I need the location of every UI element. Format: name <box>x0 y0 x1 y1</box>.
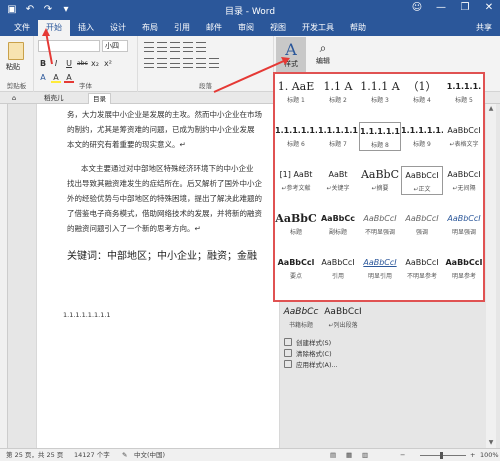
style-cell[interactable]: AaBbCcl 要点 <box>275 254 317 283</box>
zoom-slider-thumb[interactable] <box>439 452 443 459</box>
style-name: 明显引用 <box>367 273 392 280</box>
style-preview: 1.1.1 A <box>360 80 400 93</box>
style-name: 标题 1 <box>287 97 305 104</box>
style-name: ↵正文 <box>413 186 431 193</box>
zoom-out-icon[interactable]: − <box>400 449 405 461</box>
style-name: ↵参考文献 <box>281 185 311 192</box>
style-cell[interactable]: 1.1.1 A 标题 3 <box>359 78 401 107</box>
style-preview: AaBbC <box>275 212 317 225</box>
style-cell[interactable]: AaBt ↵关键字 <box>317 166 359 195</box>
style-cell[interactable]: AaBbCcI ↵正文 <box>401 166 443 195</box>
status-bar: 第 25 页，共 25 页 14127 个字 ✎ 中文(中国) ▤ ▦ ▥ − … <box>0 448 500 461</box>
web-layout-icon[interactable]: ▥ <box>362 449 368 461</box>
style-preview: AaBbCcI <box>447 170 481 179</box>
arrow-head-home-tab <box>42 28 50 36</box>
style-cell[interactable]: （1） 标题 4 <box>401 78 443 107</box>
style-cell[interactable]: AaBbCcI 引用 <box>317 254 359 283</box>
create-style-icon <box>284 338 292 346</box>
style-cell[interactable]: AaBbCcI 明显强调 <box>443 210 485 239</box>
style-preview: 1. AaE <box>277 80 315 93</box>
style-preview: （1） <box>407 80 437 93</box>
style-name: 要点 <box>289 273 302 280</box>
style-preview: AaBbCcI <box>447 214 481 223</box>
style-cell[interactable]: 1.1.1.1. 标题 5 <box>443 78 485 107</box>
style-book-title[interactable]: AaBbCc 书籍标题 <box>280 304 322 333</box>
style-preview: 1.1.1.1.1 <box>318 126 358 135</box>
style-name: ↵无间隔 <box>452 185 476 192</box>
style-name: 标题 8 <box>371 142 389 149</box>
style-cell[interactable]: 1.1.1.1.1. 标题 8 <box>359 122 401 151</box>
print-layout-icon[interactable]: ▦ <box>346 449 352 461</box>
zoom-slider[interactable] <box>420 455 466 456</box>
style-preview: AaBbCcI <box>405 171 439 180</box>
style-cell[interactable]: 1.1.1.1.1. 标题 9 <box>401 122 443 151</box>
arrow-to-home-tab <box>45 31 53 65</box>
style-cell[interactable]: AaBbC ↵摘要 <box>359 166 401 195</box>
style-preview: AaBbCcl <box>277 258 315 267</box>
style-name: ↵摘要 <box>371 185 389 192</box>
style-name: 强调 <box>415 229 428 236</box>
create-style-item[interactable]: 创建样式(S) <box>284 337 331 347</box>
style-name: 标题 7 <box>329 141 347 148</box>
zoom-in-icon[interactable]: + <box>470 449 475 461</box>
style-name: 标题 9 <box>413 141 431 148</box>
style-cell[interactable]: AaBbCcI 明显参考 <box>443 254 485 283</box>
style-preview: AaBbCcI <box>445 258 483 267</box>
apply-styles-icon <box>284 360 292 368</box>
style-name: 明显强调 <box>451 229 476 236</box>
apply-styles-item[interactable]: 应用样式(A)... <box>284 359 338 369</box>
style-preview: [1] AaBt <box>279 170 313 179</box>
style-cell[interactable]: AaBbCc 副标题 <box>317 210 359 239</box>
style-name: 引用 <box>331 273 344 280</box>
style-cell[interactable]: AaBbCcI 强调 <box>401 210 443 239</box>
style-preview: AaBbCcI <box>321 258 355 267</box>
style-list-paragraph[interactable]: AaBbCcI ↵列出段落 <box>322 304 364 333</box>
style-name: 明显参考 <box>451 273 476 280</box>
zoom-level[interactable]: 100% <box>480 449 499 461</box>
style-cell[interactable]: 1.1.1.1.1 标题 7 <box>317 122 359 151</box>
style-name: 标题 <box>289 229 302 236</box>
style-cell[interactable]: AaBbCcI ↵无间隔 <box>443 166 485 195</box>
style-preview: 1.1.1.1.1. <box>360 127 401 136</box>
style-name: 不明显强调 <box>364 229 395 236</box>
style-name: 标题 2 <box>329 97 347 104</box>
language-indicator[interactable]: 中文(中国) <box>134 449 165 461</box>
style-preview: AaBbCcI <box>363 214 397 223</box>
proofing-icon[interactable]: ✎ <box>122 449 127 461</box>
style-name: ↵关键字 <box>326 185 350 192</box>
style-preview: 1.1.1.1.1. <box>275 126 317 135</box>
style-name: 不明显参考 <box>406 273 437 280</box>
clear-format-icon <box>284 349 292 357</box>
style-name: 副标题 <box>328 229 347 236</box>
style-name: 标题 6 <box>287 141 305 148</box>
style-preview: AaBbC <box>360 168 400 181</box>
style-cell[interactable]: 1.1.1.1.1. 标题 6 <box>275 122 317 151</box>
style-cell[interactable]: AaBbCcI ↵表格文字 <box>443 122 485 151</box>
style-preview: 1.1 A <box>323 80 353 93</box>
style-name: ↵表格文字 <box>449 141 479 148</box>
style-name: 标题 3 <box>371 97 389 104</box>
style-preview: 1.1.1.1. <box>446 82 482 91</box>
style-cell[interactable]: AaBbCcI 不明显强调 <box>359 210 401 239</box>
style-cell[interactable]: AaBbCcI 明显引用 <box>359 254 401 283</box>
read-mode-icon[interactable]: ▤ <box>330 449 336 461</box>
style-preview: AaBbCc <box>320 214 356 223</box>
clear-format-item[interactable]: 清除格式(C) <box>284 348 332 358</box>
word-count[interactable]: 14127 个字 <box>74 449 110 461</box>
style-preview: AaBbCcI <box>405 214 439 223</box>
style-name: 标题 4 <box>413 97 431 104</box>
style-preview: AaBbCcI <box>405 258 439 267</box>
style-cell[interactable]: 1. AaE 标题 1 <box>275 78 317 107</box>
style-name: 标题 5 <box>455 97 473 104</box>
style-cell[interactable]: 1.1 A 标题 2 <box>317 78 359 107</box>
style-cell[interactable]: AaBbC 标题 <box>275 210 317 239</box>
style-preview: 1.1.1.1.1. <box>401 126 443 135</box>
style-preview: AaBbCcI <box>363 258 397 267</box>
style-cell[interactable]: AaBbCcI 不明显参考 <box>401 254 443 283</box>
style-preview: AaBbCcI <box>447 126 481 135</box>
style-preview: AaBt <box>328 170 348 179</box>
style-cell[interactable]: [1] AaBt ↵参考文献 <box>275 166 317 195</box>
page-count[interactable]: 第 25 页，共 25 页 <box>6 449 63 461</box>
styles-gallery: 1. AaE 标题 1 1.1 A 标题 2 1.1.1 A 标题 3 （1） 标题 4 1.1… <box>273 72 485 302</box>
